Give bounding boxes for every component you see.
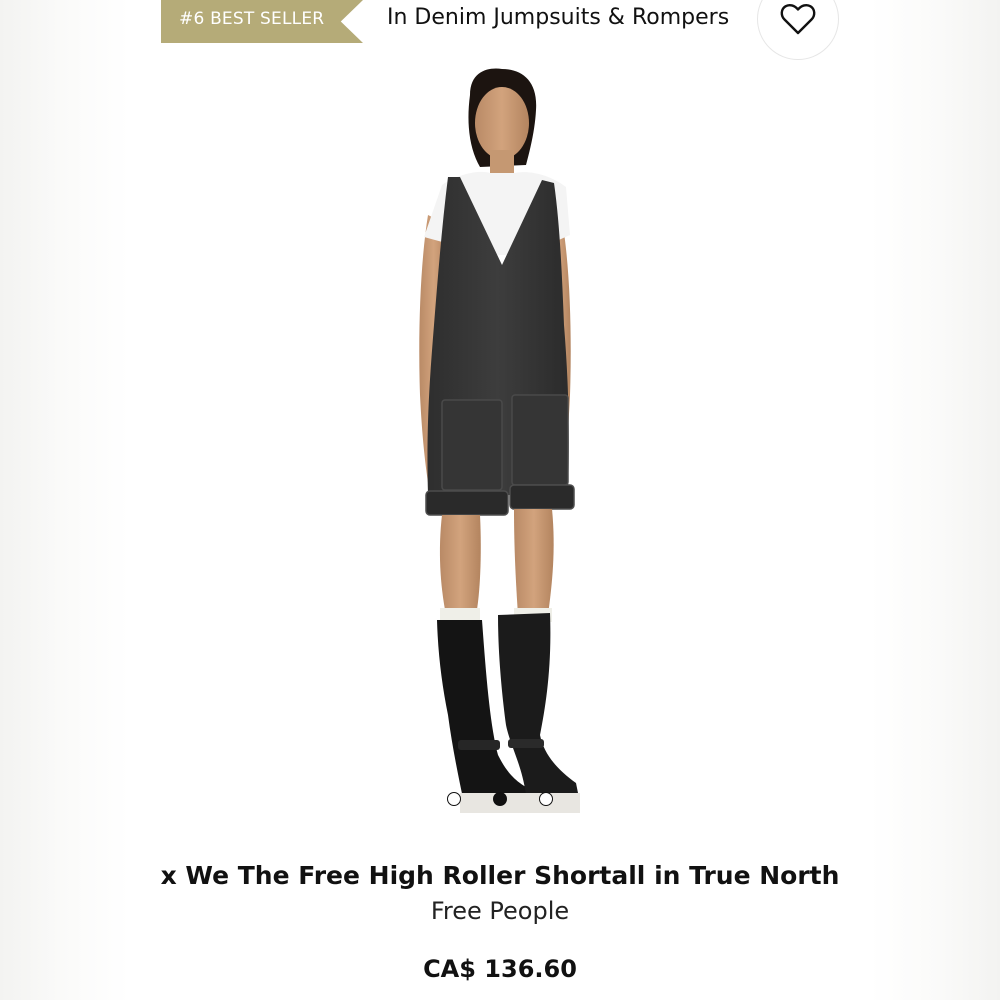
gallery-dot-1[interactable]: [447, 792, 461, 806]
best-seller-badge: #6 BEST SELLER: [161, 0, 363, 43]
best-seller-label: #6 BEST SELLER: [179, 9, 325, 29]
product-brand[interactable]: Free People: [130, 894, 870, 928]
heart-icon: [780, 3, 816, 35]
product-page: #6 BEST SELLER In Denim Jumpsuits & Romp…: [0, 0, 1000, 1000]
product-image[interactable]: [330, 55, 670, 815]
gallery-dot-3[interactable]: [539, 792, 553, 806]
category-link[interactable]: In Denim Jumpsuits & Rompers: [387, 2, 729, 34]
product-price: CA$ 136.60: [423, 955, 577, 983]
gallery-dot-2[interactable]: [493, 792, 507, 806]
product-title[interactable]: x We The Free High Roller Shortall in Tr…: [130, 858, 870, 894]
gallery-pagination: [447, 792, 557, 808]
